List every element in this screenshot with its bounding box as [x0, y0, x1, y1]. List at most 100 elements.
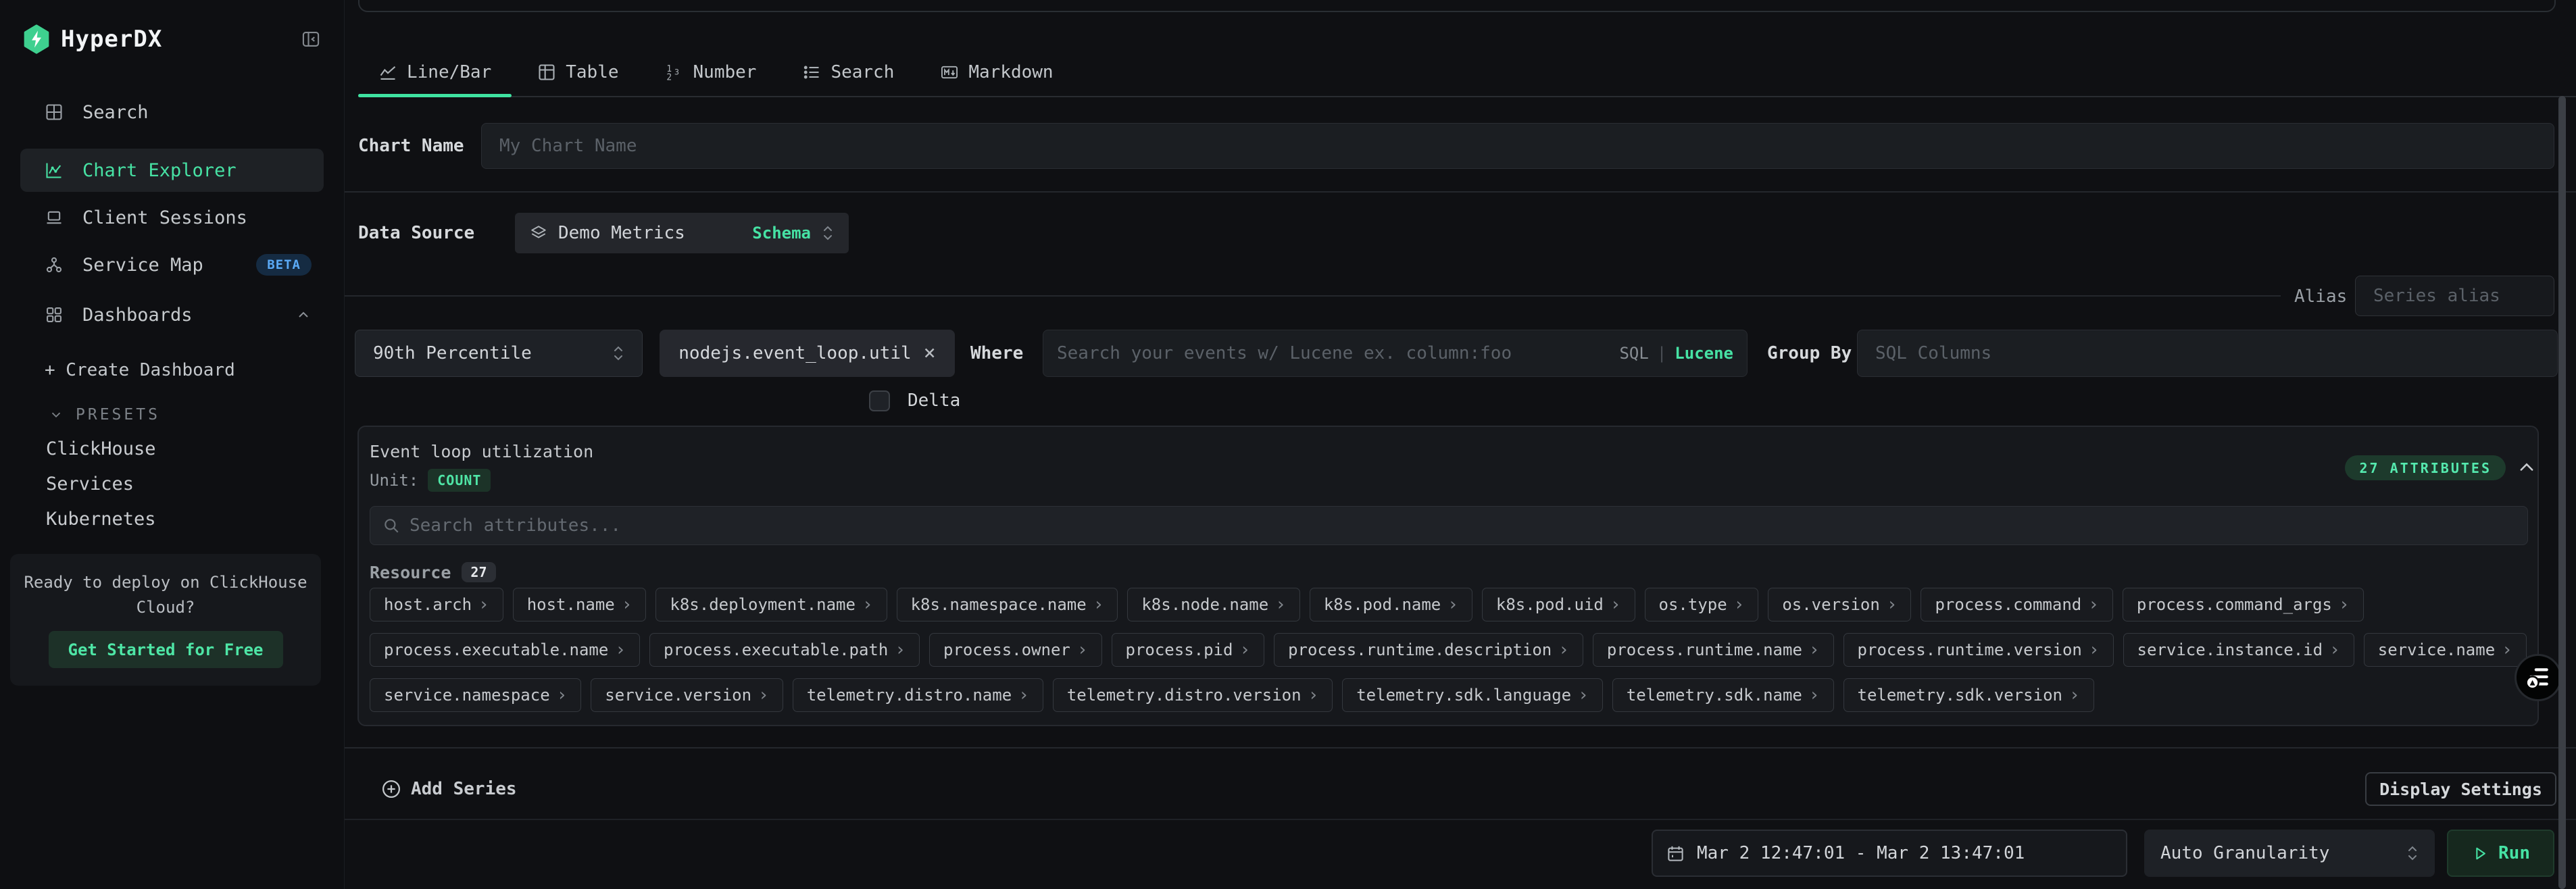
presets-toggle[interactable]: PRESETS: [49, 403, 160, 427]
attribute-chip[interactable]: process.owner ›: [929, 633, 1102, 667]
metric-field-chip[interactable]: nodejs.event_loop.util ×: [660, 330, 955, 377]
attribute-chip-label: k8s.node.name: [1141, 595, 1268, 614]
attribute-chip[interactable]: process.executable.path ›: [649, 633, 920, 667]
close-icon[interactable]: ×: [924, 343, 936, 363]
attribute-chip-label: k8s.pod.name: [1324, 595, 1441, 614]
sidebar-collapse-icon[interactable]: [301, 30, 321, 49]
attribute-chip[interactable]: telemetry.distro.version ›: [1053, 678, 1333, 712]
tab-line-bar[interactable]: Line/Bar: [358, 49, 512, 96]
sidebar-preset-link[interactable]: ClickHouse: [46, 431, 330, 466]
attribute-chip[interactable]: service.instance.id ›: [2123, 633, 2354, 667]
section-divider: [345, 747, 2576, 748]
attribute-chip[interactable]: telemetry.sdk.name ›: [1612, 678, 1834, 712]
sidebar-preset-link[interactable]: Services: [46, 466, 330, 501]
attribute-chip[interactable]: process.command_args ›: [2123, 588, 2364, 621]
chevron-right-icon: ›: [2089, 640, 2100, 660]
delta-label: Delta: [908, 390, 960, 411]
attribute-chip[interactable]: os.type ›: [1645, 588, 1759, 621]
series-filter-fab[interactable]: [2515, 654, 2562, 701]
attribute-chip-label: process.pid: [1126, 640, 1233, 659]
filter-list-icon: [2525, 665, 2551, 690]
attribute-chip[interactable]: process.command ›: [1921, 588, 2112, 621]
run-button[interactable]: Run: [2447, 830, 2554, 877]
attribute-chip[interactable]: telemetry.distro.name ›: [793, 678, 1043, 712]
where-search-input[interactable]: [1057, 343, 1612, 363]
attribute-chip[interactable]: k8s.deployment.name ›: [655, 588, 887, 621]
attribute-chip[interactable]: process.pid ›: [1112, 633, 1265, 667]
service-map-icon: [45, 255, 64, 274]
attribute-chip[interactable]: k8s.node.name ›: [1127, 588, 1300, 621]
chevron-right-icon: ›: [1734, 594, 1745, 615]
query-language-toggle[interactable]: SQL | Lucene: [1619, 344, 1733, 363]
attribute-chip[interactable]: telemetry.sdk.language ›: [1342, 678, 1603, 712]
lucene-option[interactable]: Lucene: [1675, 344, 1733, 363]
attribute-chip[interactable]: service.name ›: [2364, 633, 2527, 667]
get-started-button[interactable]: Get Started for Free: [49, 631, 283, 668]
vertical-scrollbar[interactable]: [2558, 96, 2566, 889]
chevron-up-icon[interactable]: [2517, 458, 2536, 477]
chevron-right-icon: ›: [2329, 640, 2340, 660]
attribute-chip-label: service.instance.id: [2137, 640, 2323, 659]
attribute-chip[interactable]: process.executable.name ›: [370, 633, 640, 667]
attribute-chip-list: host.arch › host.name › k8s.deployment.n…: [370, 588, 2529, 712]
data-source-select[interactable]: Demo Metrics Schema: [515, 213, 849, 253]
chart-name-label: Chart Name: [358, 136, 481, 156]
group-by-input[interactable]: [1857, 330, 2558, 377]
laptop-icon: [45, 208, 64, 227]
attribute-chip[interactable]: host.name ›: [513, 588, 647, 621]
create-dashboard-button[interactable]: + Create Dashboard: [45, 353, 235, 388]
display-settings-button[interactable]: Display Settings: [2365, 772, 2556, 806]
chevron-right-icon: ›: [758, 685, 769, 705]
unit-badge: COUNT: [428, 469, 491, 492]
attribute-chip[interactable]: k8s.namespace.name ›: [897, 588, 1118, 621]
time-range-picker[interactable]: Mar 2 12:47:01 - Mar 2 13:47:01: [1652, 830, 2127, 877]
attribute-chip[interactable]: process.runtime.version ›: [1843, 633, 2114, 667]
sidebar-item-search[interactable]: Search: [20, 92, 324, 132]
chevron-right-icon: ›: [1018, 685, 1029, 705]
attribute-search-input[interactable]: [410, 515, 2515, 536]
delta-checkbox[interactable]: [869, 390, 890, 411]
sidebar-item-client-sessions[interactable]: Client Sessions: [20, 197, 324, 238]
attribute-chip-label: k8s.deployment.name: [670, 595, 856, 614]
chevron-right-icon: ›: [2069, 685, 2080, 705]
granularity-select[interactable]: Auto Granularity: [2144, 830, 2435, 877]
tab-markdown[interactable]: Markdown: [920, 49, 1073, 96]
attribute-chip[interactable]: service.version ›: [591, 678, 783, 712]
alias-input[interactable]: [2355, 276, 2554, 316]
where-label: Where: [970, 330, 1023, 377]
sql-option[interactable]: SQL: [1619, 344, 1648, 363]
chevron-right-icon: ›: [2502, 640, 2512, 660]
data-source-value: Demo Metrics: [558, 223, 685, 243]
tab-number[interactable]: 1 2 3 Number: [645, 49, 777, 96]
attribute-chip[interactable]: k8s.pod.uid ›: [1482, 588, 1635, 621]
tab-label: Table: [566, 62, 618, 82]
attribute-chip[interactable]: host.arch ›: [370, 588, 503, 621]
attribute-chip[interactable]: process.runtime.description ›: [1274, 633, 1583, 667]
attribute-chip[interactable]: k8s.pod.name ›: [1310, 588, 1472, 621]
attribute-chip[interactable]: process.runtime.name ›: [1593, 633, 1834, 667]
line-chart-icon: [378, 63, 397, 82]
attribute-chip[interactable]: os.version ›: [1768, 588, 1911, 621]
where-search-box: SQL | Lucene: [1043, 330, 1748, 377]
chevron-right-icon: ›: [478, 594, 489, 615]
sidebar-item-dashboards[interactable]: Dashboards: [20, 295, 324, 335]
attribute-chip-label: service.namespace: [384, 686, 550, 705]
tab-table[interactable]: Table: [517, 49, 639, 96]
list-icon: [802, 63, 821, 82]
aggregation-select[interactable]: 90th Percentile: [355, 330, 643, 377]
attribute-chip[interactable]: service.namespace ›: [370, 678, 581, 712]
attribute-chip-label: k8s.pod.uid: [1496, 595, 1604, 614]
attribute-chip-label: os.version: [1782, 595, 1880, 614]
attribute-chip-label: process.executable.name: [384, 640, 608, 659]
chevron-right-icon: ›: [2339, 594, 2350, 615]
chart-type-tabs: Line/Bar Table 1 2 3 Number: [358, 49, 2576, 97]
sidebar-preset-link[interactable]: Kubernetes: [46, 501, 330, 536]
schema-link[interactable]: Schema: [752, 224, 811, 243]
sidebar-item-chart-explorer[interactable]: Chart Explorer: [20, 149, 324, 192]
sidebar-item-service-map[interactable]: Service Map BETA: [20, 245, 324, 285]
add-series-button[interactable]: Add Series: [381, 773, 517, 805]
chart-name-input[interactable]: [481, 123, 2554, 169]
promo-text: Ready to deploy on ClickHouse Cloud?: [21, 570, 310, 620]
attribute-chip[interactable]: telemetry.sdk.version ›: [1843, 678, 2094, 712]
tab-search[interactable]: Search: [782, 49, 914, 96]
